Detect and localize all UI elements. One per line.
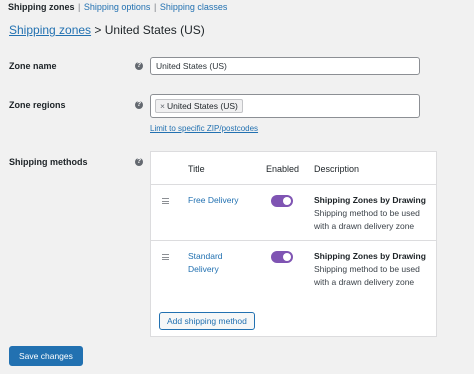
subnav-separator: | <box>153 2 157 12</box>
zone-regions-label: Zone regions <box>9 100 66 110</box>
shipping-subnav: Shipping zones | Shipping options | Ship… <box>8 2 227 12</box>
table-header: Title Enabled Description <box>151 152 436 185</box>
limit-zip-postcodes-link[interactable]: Limit to specific ZIP/postcodes <box>150 124 258 133</box>
region-token-label: United States (US) <box>166 101 238 111</box>
method-title-link[interactable]: Free Delivery <box>188 194 246 207</box>
breadcrumb-current: United States (US) <box>104 23 205 37</box>
drag-handle-icon[interactable] <box>162 254 169 260</box>
add-shipping-method-button[interactable]: Add shipping method <box>159 312 255 330</box>
subnav-shipping-zones[interactable]: Shipping zones <box>8 2 75 12</box>
enabled-toggle[interactable] <box>271 251 293 263</box>
method-description-title: Shipping Zones by Drawing <box>314 195 426 205</box>
method-title-link[interactable]: Standard Delivery <box>188 250 246 276</box>
method-description-title: Shipping Zones by Drawing <box>314 251 426 261</box>
method-description-text: Shipping method to be used with a drawn … <box>314 264 420 287</box>
enabled-toggle[interactable] <box>271 195 293 207</box>
save-changes-button[interactable]: Save changes <box>9 346 83 366</box>
remove-token-icon[interactable]: × <box>160 101 165 111</box>
breadcrumb-shipping-zones-link[interactable]: Shipping zones <box>9 23 91 37</box>
column-enabled: Enabled <box>266 164 300 174</box>
zone-name-label: Zone name <box>9 61 57 71</box>
page-title: Shipping zones > United States (US) <box>9 23 205 37</box>
toggle-knob <box>283 253 291 261</box>
drag-handle-icon[interactable] <box>162 198 169 204</box>
zone-regions-select[interactable]: × United States (US) <box>150 94 420 118</box>
help-icon[interactable]: ? <box>135 101 143 109</box>
help-icon[interactable]: ? <box>135 62 143 70</box>
method-description-text: Shipping method to be used with a drawn … <box>314 208 420 231</box>
shipping-methods-label: Shipping methods <box>9 157 88 167</box>
row-divider <box>151 240 436 241</box>
help-icon[interactable]: ? <box>135 158 143 166</box>
region-token: × United States (US) <box>155 99 243 113</box>
column-description: Description <box>314 164 360 174</box>
zone-name-input[interactable] <box>150 57 420 75</box>
subnav-shipping-classes[interactable]: Shipping classes <box>160 2 228 12</box>
subnav-shipping-options[interactable]: Shipping options <box>84 2 151 12</box>
breadcrumb-arrow: > <box>94 23 102 37</box>
toggle-knob <box>283 197 291 205</box>
shipping-methods-table: Title Enabled Description Free Delivery … <box>150 151 437 337</box>
subnav-separator: | <box>78 2 81 12</box>
column-title: Title <box>188 164 205 174</box>
